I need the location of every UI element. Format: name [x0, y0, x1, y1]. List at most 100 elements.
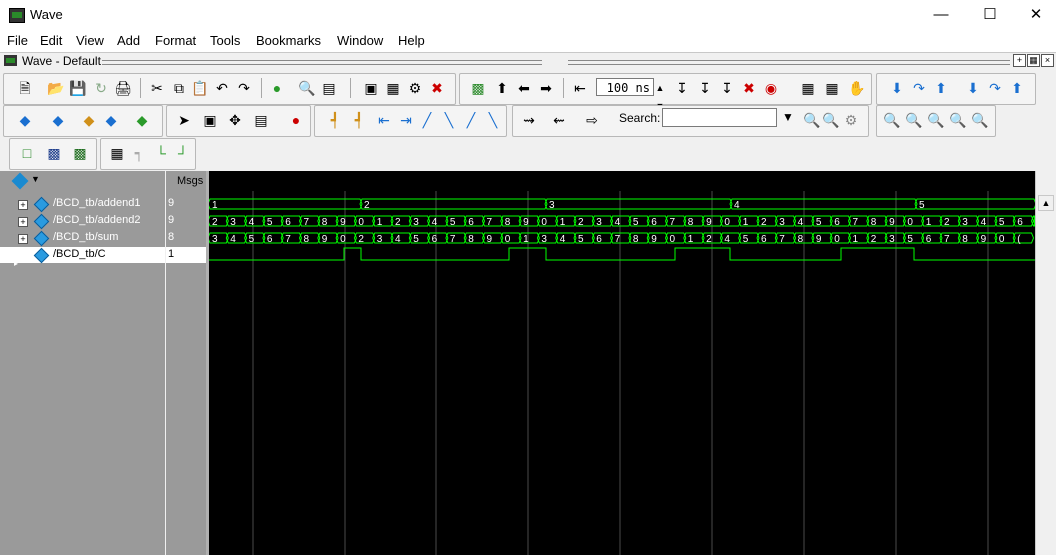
undo-icon[interactable]: ↶ [213, 79, 231, 97]
minimize-button[interactable]: — [918, 0, 964, 30]
add-cursor-icon[interactable]: ◆ [16, 111, 34, 129]
compile-all-icon[interactable]: ▦ [384, 79, 402, 97]
simulate-icon[interactable]: ⚙ [406, 79, 424, 97]
reload-icon[interactable]: ↻ [92, 79, 110, 97]
continue-run-icon[interactable]: ↧ [696, 79, 714, 97]
menu-help[interactable]: Help [398, 33, 425, 48]
search-input[interactable] [662, 108, 777, 127]
lock-cursor-icon[interactable]: ◆ [80, 111, 98, 129]
paste-icon[interactable]: 📋 [191, 79, 209, 97]
signal-row-addend1[interactable]: + /BCD_tb/addend1 [0, 196, 165, 213]
prev-edge-icon[interactable]: ⇤ [375, 111, 393, 129]
hierarchy-icon[interactable]: ▤ [320, 79, 338, 97]
menu-format[interactable]: Format [155, 33, 196, 48]
break-icon[interactable]: ✖ [428, 79, 446, 97]
expand-icon[interactable]: ⇜ [550, 111, 568, 129]
falling-edge-icon[interactable]: ╱ [418, 111, 436, 129]
menu-file[interactable]: File [7, 33, 28, 48]
zoom-mode-icon[interactable]: ▣ [201, 111, 219, 129]
literal-format-icon[interactable]: □ [18, 144, 36, 162]
copy-icon[interactable]: ⧉ [170, 79, 188, 97]
step-icon[interactable]: ▦ [799, 79, 817, 97]
add-wave-icon[interactable]: ● [268, 79, 286, 97]
edge-2-icon[interactable]: ╲ [484, 111, 502, 129]
break-sim-icon[interactable]: ◉ [762, 79, 780, 97]
menu-tools[interactable]: Tools [210, 33, 240, 48]
pane-float-button[interactable]: + [1013, 54, 1026, 67]
stop-icon[interactable]: ✖ [740, 79, 758, 97]
zoom-out-icon[interactable]: 🔍 [905, 111, 923, 129]
step-style-icon[interactable]: ┑ [130, 144, 148, 162]
run-icon[interactable]: ↧ [673, 79, 691, 97]
redo-icon[interactable]: ↷ [235, 79, 253, 97]
edge-find-2-icon[interactable]: ┩ [350, 111, 368, 129]
cursor-go-icon[interactable]: ◆ [133, 111, 151, 129]
signal-stop-icon[interactable]: ● [287, 111, 305, 129]
new-file-icon[interactable]: 🗎 [16, 79, 34, 97]
pane-grip-right[interactable] [568, 60, 1010, 65]
step-over-2-icon[interactable]: ↷ [986, 79, 1004, 97]
menu-add[interactable]: Add [117, 33, 140, 48]
pane-close-button[interactable]: × [1041, 54, 1054, 67]
restart-icon[interactable]: ▩ [469, 79, 487, 97]
measure-mode-icon[interactable]: ▤ [252, 111, 270, 129]
close-button[interactable]: ✕ [1013, 0, 1056, 30]
search-prev-icon[interactable]: 🔍 [803, 111, 821, 129]
scroll-up-icon[interactable]: ▲ [1038, 195, 1054, 211]
open-folder-icon[interactable]: 📂 [47, 79, 65, 97]
next-edge-icon[interactable]: ⇥ [397, 111, 415, 129]
pan-mode-icon[interactable]: ✥ [226, 111, 244, 129]
rising-edge-icon[interactable]: ╲ [440, 111, 458, 129]
menu-window[interactable]: Window [337, 33, 383, 48]
zoom-cursor-icon[interactable]: 🔍 [949, 111, 967, 129]
step-out-2-icon[interactable]: ⬆ [1008, 79, 1026, 97]
edge-find-icon[interactable]: ┩ [326, 111, 344, 129]
signal-row-c[interactable]: /BCD_tb/C [0, 247, 165, 264]
step-out-icon[interactable]: ⬆ [932, 79, 950, 97]
run-length-icon[interactable]: ⇤ [571, 79, 589, 97]
logic-format-icon[interactable]: ▩ [45, 144, 63, 162]
up-arrow-icon[interactable]: ⬆ [493, 79, 511, 97]
run-length-input[interactable]: 100 ns [596, 78, 654, 96]
collapse-icon[interactable]: ⇝ [520, 111, 538, 129]
pane-dock-button[interactable]: ▦ [1027, 54, 1040, 67]
step-into-2-icon[interactable]: ⬇ [964, 79, 982, 97]
menu-view[interactable]: View [76, 33, 104, 48]
pulse-style-icon[interactable]: └ [152, 144, 170, 162]
zoom-full-icon[interactable]: 🔍 [927, 111, 945, 129]
expand-icon[interactable]: + [18, 234, 28, 244]
print-icon[interactable]: 🖨 [114, 79, 132, 97]
signal-row-sum[interactable]: + /BCD_tb/sum [0, 230, 165, 247]
search-options-icon[interactable]: ⚙ [842, 111, 860, 129]
step-over-blue-icon[interactable]: ↷ [910, 79, 928, 97]
cursor-menu-icon[interactable]: ◆ [102, 111, 120, 129]
zoom-last-icon[interactable]: 🔍 [971, 111, 989, 129]
hand-icon[interactable]: ✋ [848, 79, 866, 97]
grid-style-icon[interactable]: ▦ [108, 144, 126, 162]
compile-icon[interactable]: ▣ [362, 79, 380, 97]
pane-grip-left[interactable] [102, 60, 542, 65]
run-length-spinner[interactable]: ▲▼ [654, 79, 666, 111]
search-dropdown-icon[interactable]: ▼ [779, 108, 797, 127]
expand-icon[interactable]: + [18, 217, 28, 227]
save-icon[interactable]: 💾 [69, 79, 87, 97]
find-icon[interactable]: 🔍 [298, 79, 316, 97]
delete-cursor-icon[interactable]: ◆ [49, 111, 67, 129]
menu-bookmarks[interactable]: Bookmarks [256, 33, 321, 48]
step-into-icon[interactable]: ⬇ [888, 79, 906, 97]
forward-arrow-icon[interactable]: ➡ [537, 79, 555, 97]
step-over-icon[interactable]: ▦ [823, 79, 841, 97]
waveform-canvas[interactable]: 1 2 3 4 52 3 4 5 6 7 8 9 0 1 2 3 4 5 6 7 8 9 0 1 2 3 4 5 6 7 8 9 0 1 2 3 4 5 6… [209, 191, 1035, 555]
edge-icon[interactable]: ╱ [462, 111, 480, 129]
event-format-icon[interactable]: ▩ [71, 144, 89, 162]
maximize-button[interactable]: ☐ [967, 0, 1013, 30]
search-next-icon[interactable]: 🔍 [822, 111, 840, 129]
menu-edit[interactable]: Edit [40, 33, 62, 48]
wave-options-icon[interactable]: ⇨ [583, 111, 601, 129]
run-all-icon[interactable]: ↧ [718, 79, 736, 97]
signal-row-addend2[interactable]: + /BCD_tb/addend2 [0, 213, 165, 230]
signal-menu-dropdown-icon[interactable]: ▼ [31, 174, 40, 184]
expand-icon[interactable]: + [18, 200, 28, 210]
select-mode-icon[interactable]: ➤ [175, 111, 193, 129]
cut-icon[interactable]: ✂ [148, 79, 166, 97]
